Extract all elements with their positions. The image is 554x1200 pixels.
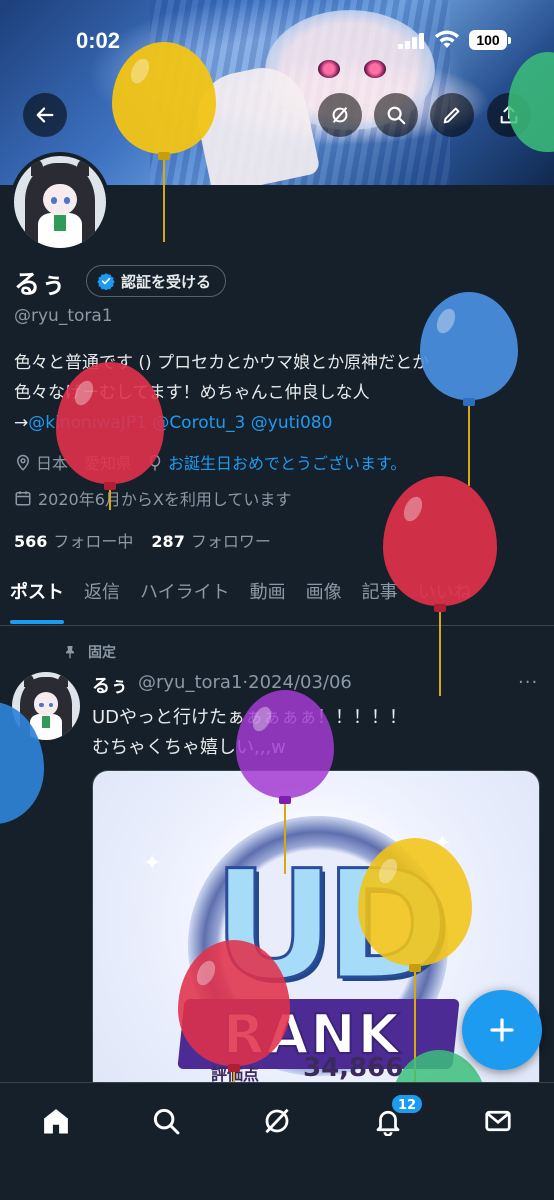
nav-home[interactable] xyxy=(36,1101,76,1141)
search-button[interactable] xyxy=(374,93,418,137)
following-link[interactable]: 566 フォロー中 xyxy=(14,528,133,552)
followers-link[interactable]: 287 フォロワー xyxy=(151,528,270,552)
battery-indicator: 100 xyxy=(469,30,511,50)
nav-search[interactable] xyxy=(146,1101,186,1141)
tab-replies[interactable]: 返信 xyxy=(74,570,130,626)
post-more-button[interactable]: ··· xyxy=(518,672,538,693)
nav-notifications[interactable]: 12 xyxy=(368,1093,425,1141)
search-icon xyxy=(153,1108,180,1135)
grok-icon xyxy=(265,1108,289,1134)
score-value: 34,866 xyxy=(303,1053,404,1083)
search-icon xyxy=(387,106,406,125)
mention-link[interactable]: @Corotu_3 xyxy=(152,413,245,433)
profile-name: るぅ xyxy=(14,269,67,299)
following-label: フォロー中 xyxy=(53,532,134,551)
following-count: 566 xyxy=(14,532,48,551)
grok-button[interactable] xyxy=(318,93,362,137)
tab-videos[interactable]: 動画 xyxy=(240,570,296,626)
nav-messages[interactable] xyxy=(478,1101,518,1141)
home-icon xyxy=(44,1109,68,1134)
grok-icon xyxy=(332,107,348,123)
plus-icon xyxy=(490,1018,514,1042)
followers-count: 287 xyxy=(151,532,185,551)
post-header: るぅ @ryu_tora1·2024/03/06 xyxy=(92,672,352,698)
wifi-icon xyxy=(435,30,459,48)
arrow-left-icon xyxy=(36,107,54,123)
profile-avatar[interactable] xyxy=(10,152,110,252)
joined-text: 2020年6月からXを利用しています xyxy=(38,490,292,509)
envelope-icon xyxy=(485,1110,511,1132)
followers-label: フォロワー xyxy=(190,532,271,551)
pencil-icon xyxy=(443,107,460,124)
edit-button[interactable] xyxy=(430,93,474,137)
follow-stats: 566 フォロー中 287 フォロワー xyxy=(14,528,271,552)
bio-arrow: → xyxy=(14,413,29,433)
mention-link[interactable]: @yuti080 xyxy=(251,413,333,433)
pin-icon xyxy=(66,646,74,659)
birthday-text[interactable]: お誕生日おめでとうございます。 xyxy=(168,454,406,473)
bottom-navigation: 12 xyxy=(0,1082,554,1200)
pinned-indicator: 固定 xyxy=(62,642,116,662)
tab-highlights[interactable]: ハイライト xyxy=(130,570,240,626)
post-author[interactable]: るぅ xyxy=(92,672,128,698)
calendar-icon xyxy=(15,491,31,506)
joined-date: 2020年6月からXを利用しています xyxy=(14,486,291,510)
pinned-label: 固定 xyxy=(88,645,116,661)
tab-images[interactable]: 画像 xyxy=(296,570,352,626)
tab-posts[interactable]: ポスト xyxy=(0,570,74,626)
notifications-badge: 12 xyxy=(390,1093,425,1115)
get-verified-button[interactable]: 認証を受ける xyxy=(86,265,227,297)
verified-badge-icon xyxy=(97,273,115,290)
profile-handle: @ryu_tora1 xyxy=(14,306,113,326)
signal-icon xyxy=(398,33,426,49)
sparkle-icon: ✦ xyxy=(143,851,162,876)
location-pin-icon xyxy=(16,454,30,471)
status-bar: 0:02 100 xyxy=(0,0,554,80)
birthday-item: お誕生日おめでとうございます。 xyxy=(146,450,406,474)
get-verified-label: 認証を受ける xyxy=(121,272,212,291)
post-handle-date: @ryu_tora1·2024/03/06 xyxy=(138,672,352,693)
nav-grok[interactable] xyxy=(257,1101,297,1141)
back-button[interactable] xyxy=(23,93,67,137)
status-time: 0:02 xyxy=(76,28,121,53)
compose-post-button[interactable] xyxy=(462,990,542,1070)
